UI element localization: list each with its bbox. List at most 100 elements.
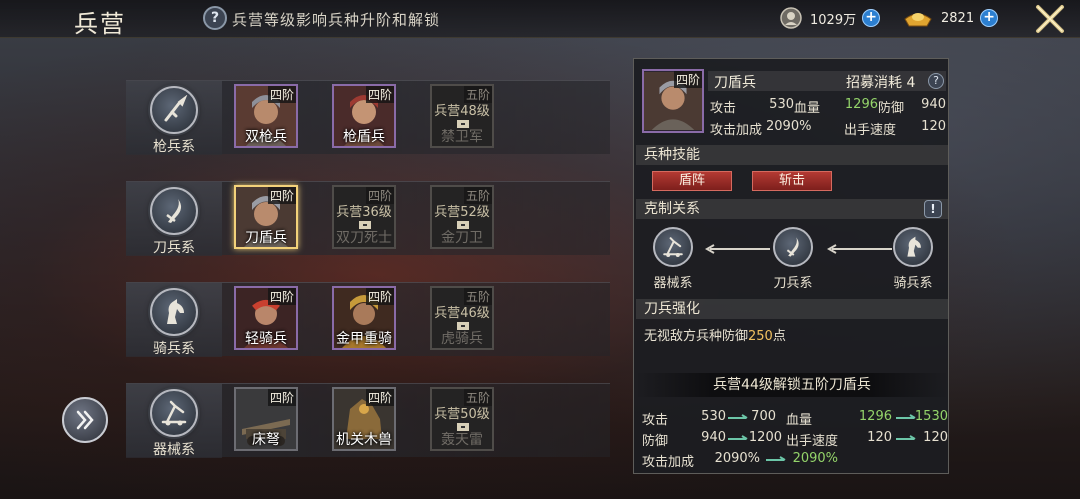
- unit-card-locked[interactable]: 四阶 兵营36级 双刀死士: [332, 185, 396, 249]
- stat-value: 940: [921, 97, 946, 112]
- counter-label: 器械系: [653, 276, 693, 291]
- unit-card[interactable]: 四阶 机关木兽: [332, 387, 396, 451]
- top-bar: 兵营 ? 兵营等级影响兵种升阶和解锁 1029万 + 2821 +: [0, 0, 1080, 38]
- add-gold-button[interactable]: +: [980, 9, 999, 27]
- stat-label: 攻击: [710, 101, 737, 116]
- unit-card[interactable]: 四阶 双枪兵: [234, 84, 298, 148]
- compare-from: 120: [867, 430, 892, 445]
- stat-value: 1296: [844, 97, 878, 112]
- unit-name: 轻骑兵: [245, 331, 287, 347]
- compare-from: 940: [701, 430, 726, 445]
- compare-to: 2090%: [792, 451, 838, 466]
- compare-label: 防御: [642, 434, 669, 449]
- unit-name: 双枪兵: [245, 129, 287, 145]
- branch-head-siege[interactable]: 器械系: [126, 384, 222, 458]
- unit-name: 双刀死士: [336, 230, 392, 246]
- counter-section-title: 克制关系: [636, 199, 948, 219]
- unit-card[interactable]: 四阶 金甲重骑: [332, 286, 396, 350]
- double-chevron-right-icon: [76, 410, 94, 430]
- recruit-cost: 招募消耗 4: [846, 75, 916, 91]
- unit-name: 枪盾兵: [343, 129, 385, 145]
- silver-resource: 1029万 +: [780, 5, 881, 31]
- arrow-left-icon: [826, 244, 892, 254]
- stat-label: 攻击加成: [710, 123, 763, 138]
- silver-value: 1029万: [810, 12, 857, 28]
- compare-label: 血量: [786, 413, 813, 428]
- branch-label: 器械系: [153, 442, 195, 458]
- unlock-requirement: 兵营36级: [336, 205, 392, 220]
- branch-head-blade[interactable]: 刀兵系: [126, 182, 222, 256]
- compare-from: 1296: [858, 409, 892, 424]
- unit-card-locked[interactable]: 五阶 兵营50级 轰天雷: [430, 387, 494, 451]
- unit-name: 虎骑兵: [441, 331, 483, 347]
- detail-name-bar: 刀盾兵 招募消耗 4 ?: [708, 71, 946, 91]
- silver-coin-icon: [780, 7, 802, 29]
- branch-label: 刀兵系: [153, 240, 195, 256]
- branch-label: 骑兵系: [153, 341, 195, 357]
- close-icon[interactable]: [1034, 4, 1066, 34]
- stat-value: 530: [769, 97, 794, 112]
- stat-value: 120: [921, 119, 946, 134]
- unlock-requirement: 兵营52级: [434, 205, 490, 220]
- branch-label: 枪兵系: [153, 139, 195, 155]
- unit-card-locked[interactable]: 五阶 兵营46级 虎骑兵: [430, 286, 494, 350]
- blade-icon: [150, 187, 198, 235]
- counter-label: 骑兵系: [893, 276, 933, 291]
- unit-card[interactable]: 四阶 床弩: [234, 387, 298, 451]
- stat-label: 出手速度: [844, 123, 897, 138]
- skills-section-title: 兵种技能: [636, 145, 948, 165]
- skill-button[interactable]: 盾阵: [652, 171, 732, 191]
- stat-label: 防御: [878, 101, 905, 116]
- gold-value: 2821: [941, 10, 975, 26]
- branch-head-spear[interactable]: 枪兵系: [126, 81, 222, 155]
- passive-section-title: 刀兵强化: [636, 299, 948, 319]
- unit-name: 禁卫军: [441, 129, 483, 145]
- passive-description: 无视敌方兵种防御250点: [644, 329, 786, 344]
- stat-value: 2090%: [766, 119, 812, 134]
- unit-name: 轰天雷: [441, 432, 483, 448]
- question-icon[interactable]: ?: [203, 6, 227, 30]
- unlock-requirement: 兵营48级: [434, 104, 490, 119]
- compare-to: 1200: [748, 430, 782, 445]
- catapult-icon: [653, 227, 693, 267]
- page-title: 兵营: [74, 10, 126, 38]
- blade-icon: [773, 227, 813, 267]
- compare-to: 700: [751, 409, 776, 424]
- info-icon[interactable]: !: [924, 200, 942, 218]
- branch-head-cavalry[interactable]: 骑兵系: [126, 283, 222, 357]
- branch-row-spear: 枪兵系 四阶 双枪兵 四阶 枪盾兵 五阶 兵营48级 禁卫军: [126, 80, 610, 155]
- unit-name: 金刀卫: [441, 230, 483, 246]
- branch-row-siege: 器械系 四阶 床弩 四阶 机关木兽 五阶 兵营50级 轰天雷: [126, 383, 610, 458]
- unit-name: 金甲重骑: [336, 331, 392, 347]
- compare-from: 530: [701, 409, 726, 424]
- unit-card-selected[interactable]: 四阶 刀盾兵: [234, 185, 298, 249]
- unit-card-locked[interactable]: 五阶 兵营52级 金刀卫: [430, 185, 494, 249]
- question-icon[interactable]: ?: [928, 73, 944, 89]
- unit-detail-panel: 四阶 刀盾兵 招募消耗 4 ? 攻击 530 血量 1296 防御 940 攻击…: [633, 58, 949, 474]
- compare-from: 2090%: [714, 451, 760, 466]
- unit-name: 床弩: [252, 432, 280, 448]
- branch-row-cavalry: 骑兵系 四阶 轻骑兵 四阶 金甲重骑 五阶 兵营46级 虎骑兵: [126, 282, 610, 357]
- unlock-info-bar: 兵营44级解锁五阶刀盾兵: [636, 373, 948, 397]
- detail-portrait: 四阶: [642, 69, 704, 133]
- unit-name: 刀盾兵: [245, 230, 287, 246]
- compare-label: 攻击加成: [642, 455, 695, 470]
- unit-card[interactable]: 四阶 轻骑兵: [234, 286, 298, 350]
- compare-label: 攻击: [642, 413, 669, 428]
- horse-icon: [893, 227, 933, 267]
- unlock-requirement: 兵营46级: [434, 306, 490, 321]
- horse-icon: [150, 288, 198, 336]
- next-page-button[interactable]: [62, 397, 108, 443]
- catapult-icon: [150, 389, 198, 437]
- unit-card[interactable]: 四阶 枪盾兵: [332, 84, 396, 148]
- add-silver-button[interactable]: +: [862, 9, 881, 27]
- skill-button[interactable]: 斩击: [752, 171, 832, 191]
- detail-unit-name: 刀盾兵: [714, 75, 756, 91]
- unit-card-locked[interactable]: 五阶 兵营48级 禁卫军: [430, 84, 494, 148]
- unlock-requirement: 兵营50级: [434, 407, 490, 422]
- compare-label: 出手速度: [786, 434, 839, 449]
- unit-name: 机关木兽: [336, 432, 392, 448]
- arrow-left-icon: [704, 244, 770, 254]
- gold-ingot-icon: [904, 13, 932, 27]
- compare-to: 120: [923, 430, 948, 445]
